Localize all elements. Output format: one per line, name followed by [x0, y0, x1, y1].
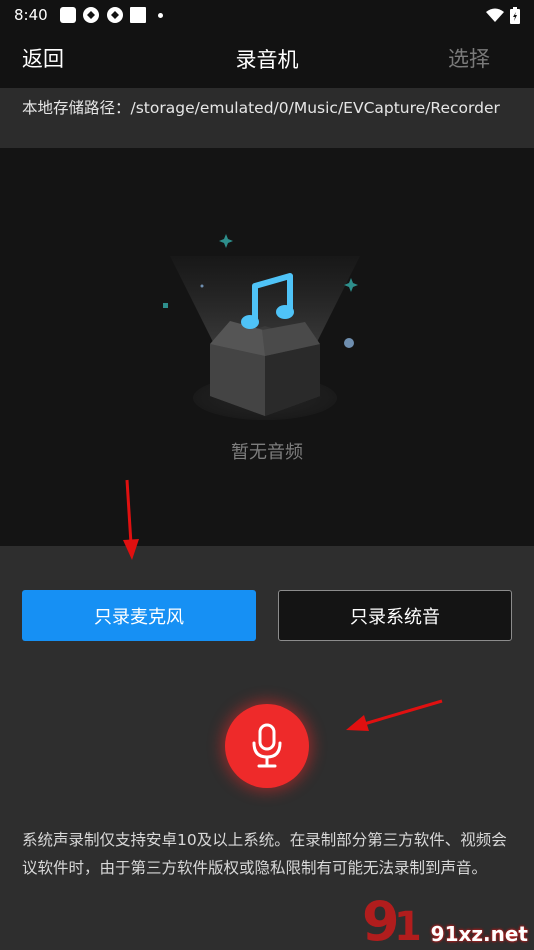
status-system-icons	[486, 6, 520, 24]
watermark-logo-icon: 9 1	[362, 890, 422, 948]
battery-icon	[510, 6, 520, 24]
watermark-text: 91xz.net	[430, 922, 528, 946]
status-bar: 8:40	[0, 0, 534, 30]
system-audio-notice: 系统声录制仅支持安卓10及以上系统。在录制部分第三方软件、视频会议软件时，由于第…	[22, 831, 507, 877]
system-only-button[interactable]: 只录系统音	[278, 590, 512, 641]
site-watermark: 9 1 91xz.net	[360, 888, 530, 948]
status-notification-icons	[59, 6, 163, 24]
mic-only-button[interactable]: 只录麦克风	[22, 590, 256, 641]
back-button[interactable]: 返回	[22, 43, 64, 73]
svg-text:1: 1	[394, 904, 422, 948]
notification-app-icon	[59, 7, 76, 23]
storage-path-text: 本地存储路径：/storage/emulated/0/Music/EVCaptu…	[22, 99, 500, 117]
notification-sync-icon-2	[106, 7, 123, 23]
recordings-list-empty: 暂无音频	[0, 148, 534, 546]
select-button[interactable]: 选择	[448, 43, 490, 73]
notification-more-dot-icon	[157, 12, 163, 18]
wifi-icon	[486, 8, 504, 22]
status-time: 8:40	[14, 6, 48, 24]
storage-path-bar: 本地存储路径：/storage/emulated/0/Music/EVCaptu…	[0, 88, 534, 148]
microphone-icon	[252, 723, 282, 768]
notification-sync-icon	[82, 7, 99, 23]
record-button[interactable]	[225, 704, 309, 788]
music-box-icon	[163, 234, 360, 420]
empty-state-text: 暂无音频	[231, 442, 303, 463]
notification-square-icon	[129, 7, 146, 23]
app-header: 返回 录音机 选择	[0, 30, 534, 88]
